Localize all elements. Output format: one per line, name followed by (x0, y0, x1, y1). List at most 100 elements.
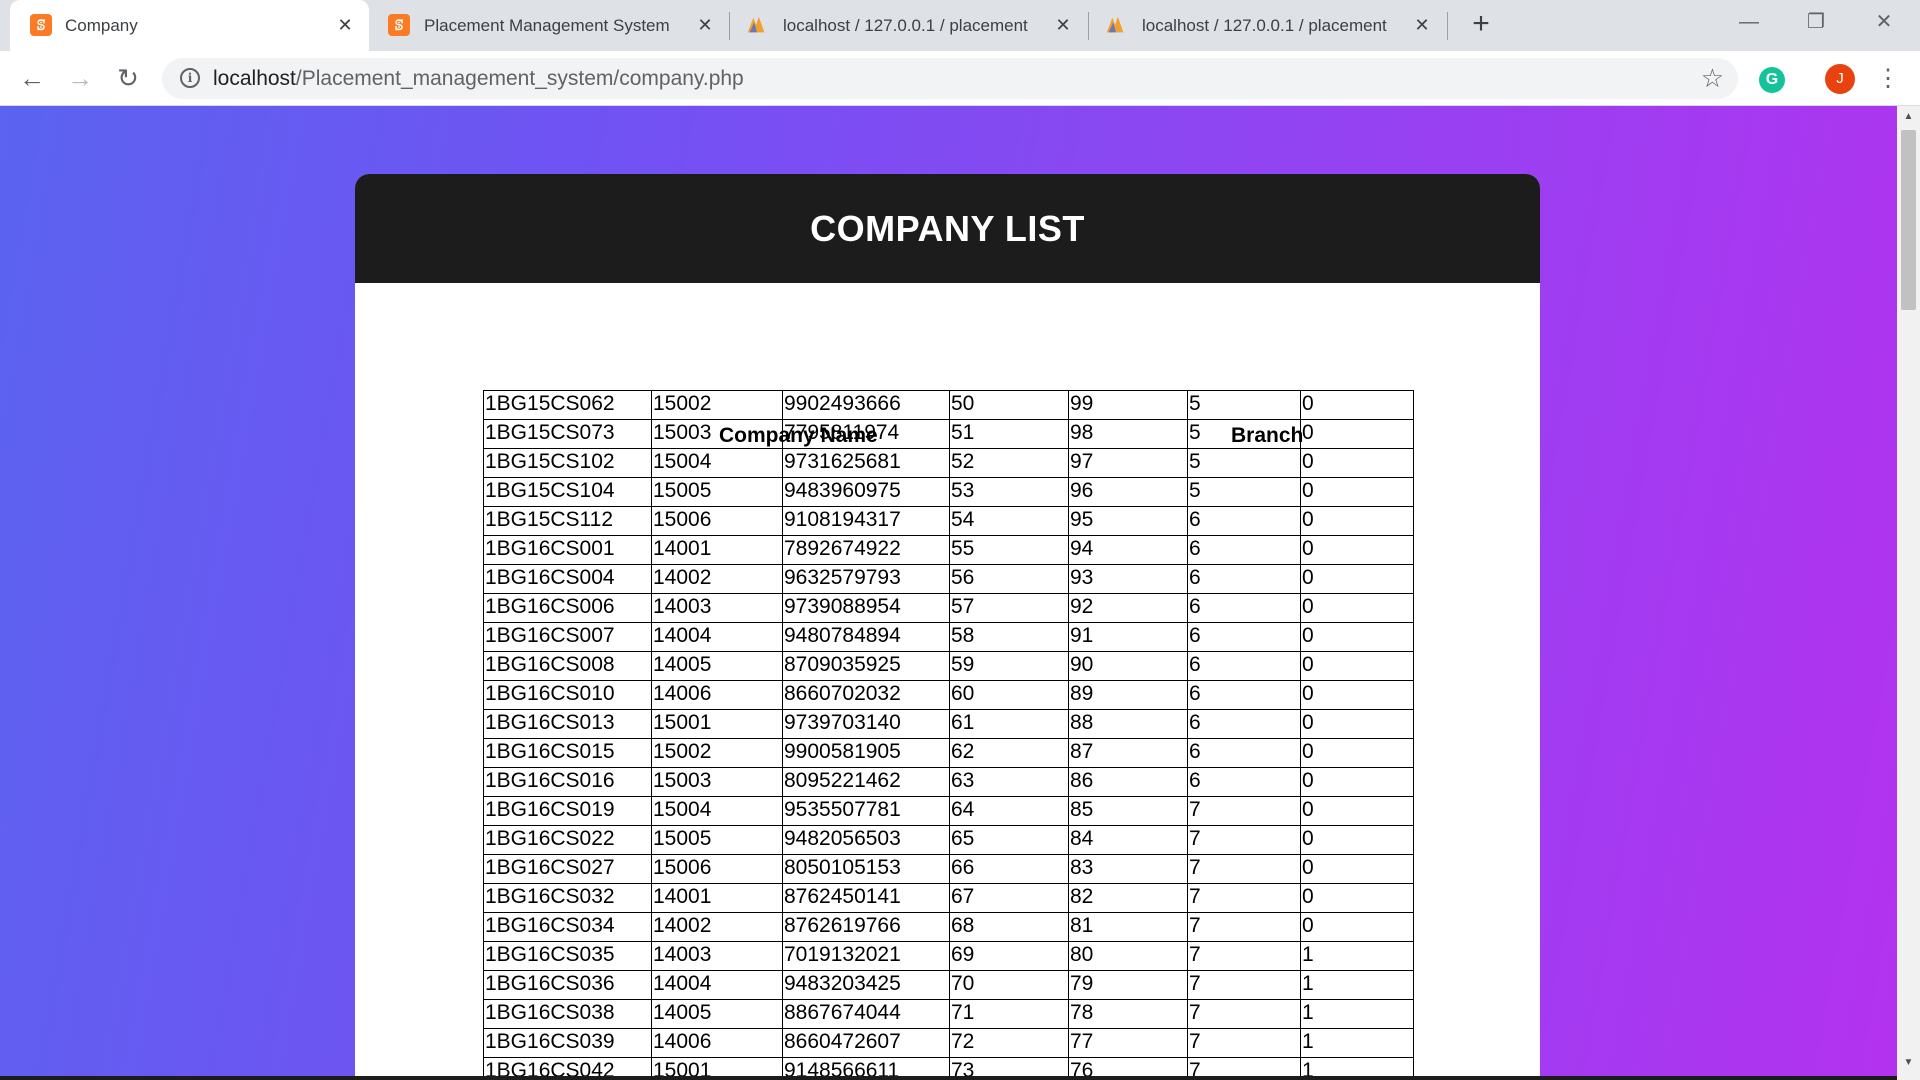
table-cell: 1BG16CS008 (483, 651, 652, 681)
table-cell: 54 (949, 506, 1069, 536)
restore-icon[interactable]: ❐ (1798, 8, 1834, 36)
table-row: 1BG15CS073 15003 7795811974 51 98 5 0 (483, 419, 1414, 449)
tab-phpmyadmin-1[interactable]: localhost / 127.0.0.1 / placement ✕ (732, 0, 1087, 51)
table-cell: 0 (1300, 564, 1414, 594)
window-close-button[interactable]: ✕ (1866, 8, 1902, 36)
table-cell: 15006 (651, 854, 783, 884)
table-cell: 9535507781 (782, 796, 950, 826)
close-icon[interactable]: ✕ (694, 14, 716, 36)
tab-placement-management-system[interactable]: ꕷ Placement Management System ✕ (372, 0, 724, 51)
table-cell: 68 (949, 912, 1069, 942)
table-cell: 9483960975 (782, 477, 950, 507)
address-bar[interactable]: i localhost/Placement_management_system/… (162, 58, 1738, 99)
table-cell: 1BG16CS004 (483, 564, 652, 594)
page-title: COMPANY LIST (810, 208, 1085, 249)
reload-icon[interactable]: ↻ (113, 63, 143, 93)
minimize-button[interactable]: — (1731, 8, 1767, 36)
table-cell: 79 (1068, 970, 1188, 1000)
scroll-up-arrow-icon[interactable]: ▲ (1897, 110, 1920, 124)
table-cell: 93 (1068, 564, 1188, 594)
table-cell: 0 (1300, 419, 1414, 449)
table-row: 1BG16CS013 15001 9739703140 61 88 6 0 (483, 709, 1414, 739)
table-cell: 1BG16CS010 (483, 680, 652, 710)
table-row: 1BG16CS036 14004 9483203425 70 79 7 1 (483, 970, 1414, 1000)
scroll-down-arrow-icon[interactable]: ▼ (1897, 1056, 1920, 1070)
table-cell: 0 (1300, 883, 1414, 913)
tab-separator (729, 12, 730, 40)
url-text[interactable]: localhost/Placement_management_system/co… (213, 66, 744, 92)
table-row: 1BG15CS062 15002 9902493666 50 99 5 0 (483, 390, 1414, 420)
new-tab-button[interactable]: + (1466, 9, 1496, 40)
table-cell: 0 (1300, 767, 1414, 797)
table-cell: 8660702032 (782, 680, 950, 710)
table-cell: 14005 (651, 651, 783, 681)
table-cell: 88 (1068, 709, 1188, 739)
table-cell: 6 (1187, 593, 1301, 623)
table-cell: 1BG16CS022 (483, 825, 652, 855)
table-cell: 6 (1187, 709, 1301, 739)
table-cell: 57 (949, 593, 1069, 623)
table-cell: 69 (949, 941, 1069, 971)
table-row: 1BG16CS032 14001 8762450141 67 82 7 0 (483, 883, 1414, 913)
table-cell: 1BG16CS001 (483, 535, 652, 565)
table-cell: 15005 (651, 825, 783, 855)
table-cell: 95 (1068, 506, 1188, 536)
url-host: localhost (213, 67, 296, 90)
info-icon[interactable]: i (180, 68, 200, 88)
table-cell: 9483203425 (782, 970, 950, 1000)
back-arrow-icon[interactable]: ← (17, 63, 47, 93)
table-cell: 8660472607 (782, 1028, 950, 1058)
scrollbar-thumb[interactable] (1901, 130, 1916, 310)
table-cell: 7 (1187, 912, 1301, 942)
profile-avatar[interactable]: J (1825, 64, 1855, 94)
table-cell: 7 (1187, 1028, 1301, 1058)
table-cell: 7 (1187, 999, 1301, 1029)
table-cell: 58 (949, 622, 1069, 652)
table-cell: 9739088954 (782, 593, 950, 623)
table-cell: 14003 (651, 941, 783, 971)
table-cell: 14005 (651, 999, 783, 1029)
close-icon[interactable]: ✕ (1411, 14, 1433, 36)
table-cell: 1BG16CS035 (483, 941, 652, 971)
table-row: 1BG16CS007 14004 9480784894 58 91 6 0 (483, 622, 1414, 652)
close-icon[interactable]: ✕ (334, 14, 356, 36)
table-cell: 1 (1300, 999, 1414, 1029)
table-cell: 1BG16CS015 (483, 738, 652, 768)
table-cell: 1BG16CS013 (483, 709, 652, 739)
table-cell: 6 (1187, 767, 1301, 797)
table-row: 1BG16CS010 14006 8660702032 60 89 6 0 (483, 680, 1414, 710)
table-cell: 1BG15CS073 (483, 419, 652, 449)
bookmark-star-icon[interactable]: ☆ (1701, 64, 1724, 92)
menu-dots-icon[interactable]: ⋮ (1876, 64, 1900, 94)
table-cell: 9482056503 (782, 825, 950, 855)
table-cell: 15001 (651, 709, 783, 739)
company-table: 1BG15CS062 15002 9902493666 50 99 5 0 1BG15CS07… (483, 390, 1414, 1080)
table-cell: 0 (1300, 912, 1414, 942)
table-cell: 86 (1068, 767, 1188, 797)
table-cell: 90 (1068, 651, 1188, 681)
table-cell: 9900581905 (782, 738, 950, 768)
tab-phpmyadmin-2[interactable]: localhost / 127.0.0.1 / placement ✕ (1091, 0, 1446, 51)
table-cell: 70 (949, 970, 1069, 1000)
table-cell: 0 (1300, 796, 1414, 826)
vertical-scrollbar[interactable]: ▲ ▼ (1897, 106, 1920, 1080)
phpmyadmin-icon (1106, 16, 1124, 33)
tab-company[interactable]: ꕷ Company ✕ (10, 0, 369, 51)
table-cell: 8867674044 (782, 999, 950, 1029)
table-cell: 9739703140 (782, 709, 950, 739)
forward-arrow-icon[interactable]: → (65, 63, 95, 93)
tab-title: localhost / 127.0.0.1 / placement (1142, 16, 1387, 35)
table-cell: 81 (1068, 912, 1188, 942)
grammarly-extension-icon[interactable]: G (1759, 67, 1785, 93)
table-cell: 61 (949, 709, 1069, 739)
table-row: 1BG16CS015 15002 9900581905 62 87 6 0 (483, 738, 1414, 768)
table-cell: 14001 (651, 883, 783, 913)
table-cell: 96 (1068, 477, 1188, 507)
table-cell: 1BG16CS039 (483, 1028, 652, 1058)
url-path: /Placement_management_system/company.php (295, 67, 744, 90)
close-icon[interactable]: ✕ (1052, 14, 1074, 36)
tab-separator (1447, 12, 1448, 40)
table-cell: 1 (1300, 941, 1414, 971)
table-cell: 8762450141 (782, 883, 950, 913)
table-cell: 0 (1300, 448, 1414, 478)
